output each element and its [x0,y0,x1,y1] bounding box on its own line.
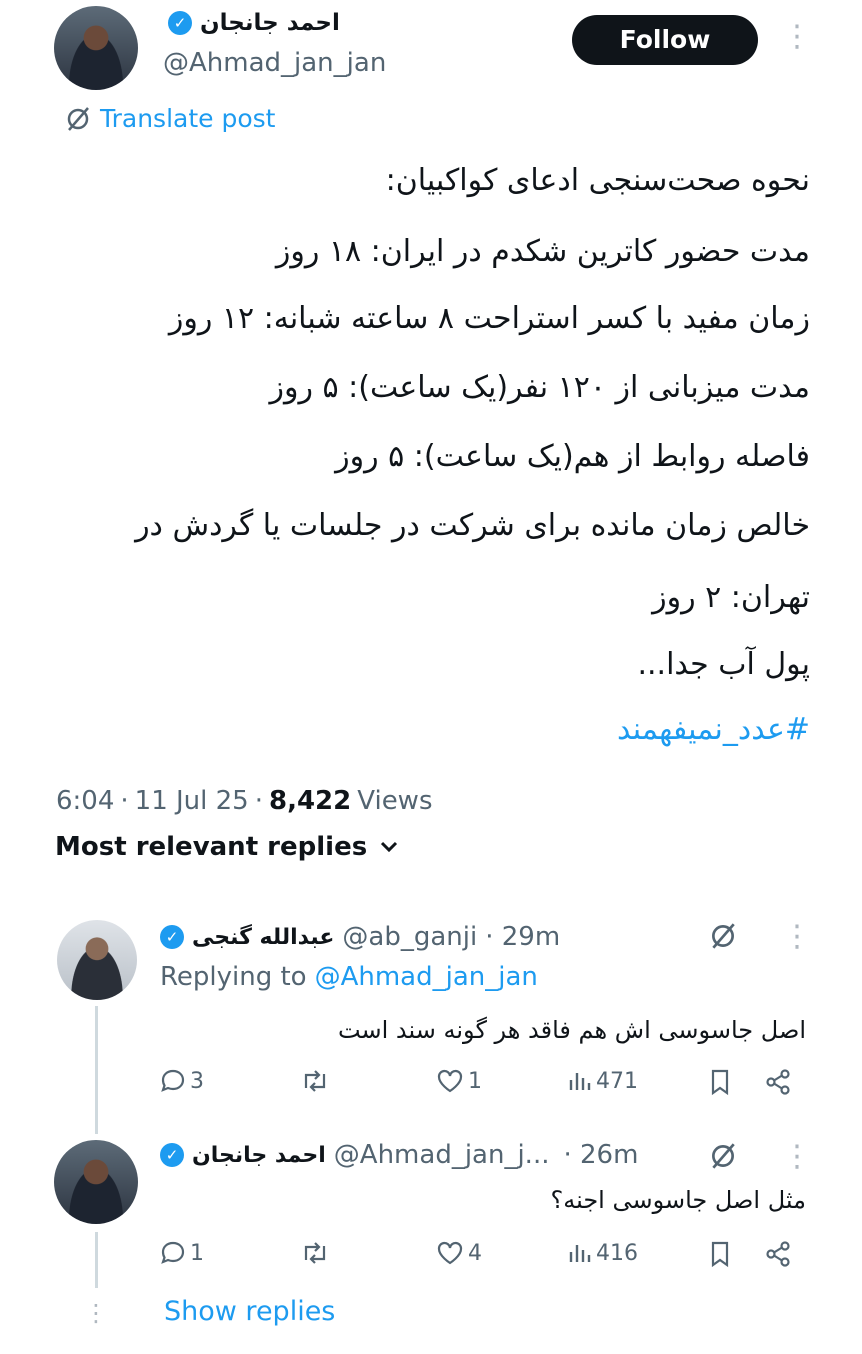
like-button[interactable]: 4 [436,1240,482,1266]
post-meta: 6:04 · 11 Jul 25 · 8,422 Views [56,786,433,816]
translate-post-link[interactable]: Translate post [64,104,275,133]
share-icon[interactable] [764,1240,792,1268]
post-line-7: تهران: ۲ روز [652,580,810,615]
verified-badge-icon: ✓ [168,11,192,35]
like-button[interactable]: 1 [436,1068,482,1094]
follow-button[interactable]: Follow [572,15,758,65]
post-line-5: فاصله روابط از هم(یک ساعت): ۵ روز [335,439,810,474]
retweet-icon [304,1242,326,1264]
post-line-4: مدت میزبانی از ۱۲۰ نفر(یک ساعت): ۵ روز [269,370,810,405]
translate-icon[interactable] [708,1141,738,1171]
reply-count: 3 [190,1068,204,1094]
analytics-icon [569,1245,591,1262]
translate-icon[interactable] [708,921,738,951]
retweet-button[interactable] [300,1068,334,1094]
reply-actions: 1 4 416 [160,1238,800,1274]
share-icon[interactable] [764,1068,792,1096]
views-button[interactable]: 471 [568,1068,638,1094]
thread-dots-icon: ⋮ [84,1299,108,1327]
translate-label: Translate post [100,104,276,133]
post-line-3: زمان مفید با کسر استراحت ۸ ساعته شبانه: … [168,301,810,336]
heart-icon [437,1241,463,1265]
reply-more-options-icon[interactable]: ⋮ [782,922,812,952]
reply-avatar[interactable] [57,920,137,1000]
reply-button[interactable]: 1 [160,1240,204,1266]
reply-actions: 3 1 471 [160,1066,800,1102]
retweet-button[interactable] [300,1240,334,1266]
author-avatar[interactable] [54,6,138,90]
post-date[interactable]: 11 Jul 25 [135,786,249,816]
reply-count: 1 [190,1240,204,1266]
reply-time[interactable]: · 26m [563,1140,638,1170]
replying-to-handle[interactable]: @Ahmad_jan_jan [315,962,538,992]
reply-time[interactable]: · 29m [485,922,560,952]
views-label: Views [357,786,433,816]
bookmark-icon[interactable] [708,1068,732,1096]
author-name: احمد جانجان [200,10,340,36]
chevron-down-icon [381,841,398,853]
heart-icon [437,1069,463,1093]
post-line-2: مدت حضور کاترین شکدم در ایران: ۱۸ روز [275,234,810,269]
translate-icon [67,106,89,131]
post-time[interactable]: 6:04 [56,786,114,816]
reply-text: مثل اصل جاسوسی اجنه؟ [550,1186,806,1214]
reply-author-handle[interactable]: @Ahmad_jan_j... [334,1140,550,1170]
views-count: 8,422 [269,786,352,816]
reply-author-name[interactable]: عبدالله گنجی [192,925,334,950]
verified-badge-icon: ✓ [160,1143,184,1167]
show-replies-link[interactable]: Show replies [164,1296,335,1327]
meta-separator: · [254,786,263,816]
replying-to-prefix: Replying to [160,962,307,992]
post-hashtag[interactable]: #عدد_نمیفهمند [617,712,810,747]
post-line-6: خالص زمان مانده برای شرکت در جلسات یا گر… [135,508,810,543]
views-count: 416 [596,1240,638,1266]
replying-to: Replying to @Ahmad_jan_jan [160,962,538,992]
author-handle[interactable]: @Ahmad_jan_jan [163,48,386,78]
reply-header: ✓ عبدالله گنجی @ab_ganji · 29m [160,922,560,952]
views-count: 471 [596,1068,638,1094]
bookmark-icon[interactable] [708,1240,732,1268]
views-button[interactable]: 416 [568,1240,638,1266]
replies-section-title: Most relevant replies [55,832,368,862]
post-line-1: نحوه صحت‌سنجی ادعای کواکبیان: [385,163,810,198]
reply-avatar[interactable] [54,1140,138,1224]
author-name-row[interactable]: ✓ احمد جانجان [168,10,340,36]
like-count: 4 [468,1240,482,1266]
thread-line [95,1006,98,1134]
reply-button[interactable]: 3 [160,1068,204,1094]
replies-sort-toggle[interactable]: Most relevant replies [55,832,399,862]
retweet-icon [304,1070,326,1092]
more-options-icon[interactable]: ⋮ [782,22,812,52]
reply-author-handle[interactable]: @ab_ganji [342,922,477,952]
comment-icon [161,1069,185,1092]
analytics-icon [569,1073,591,1090]
post-line-8: پول آب جدا... [637,647,810,682]
reply-more-options-icon[interactable]: ⋮ [782,1142,812,1172]
thread-line [95,1232,98,1288]
reply-text: اصل جاسوسی اش هم فاقد هر گونه سند است [337,1016,806,1044]
reply-header: ✓ احمد جانجان @Ahmad_jan_j... · 26m [160,1140,638,1170]
verified-badge-icon: ✓ [160,925,184,949]
reply-author-name[interactable]: احمد جانجان [192,1143,326,1168]
meta-separator: · [120,786,129,816]
comment-icon [161,1241,185,1264]
like-count: 1 [468,1068,482,1094]
